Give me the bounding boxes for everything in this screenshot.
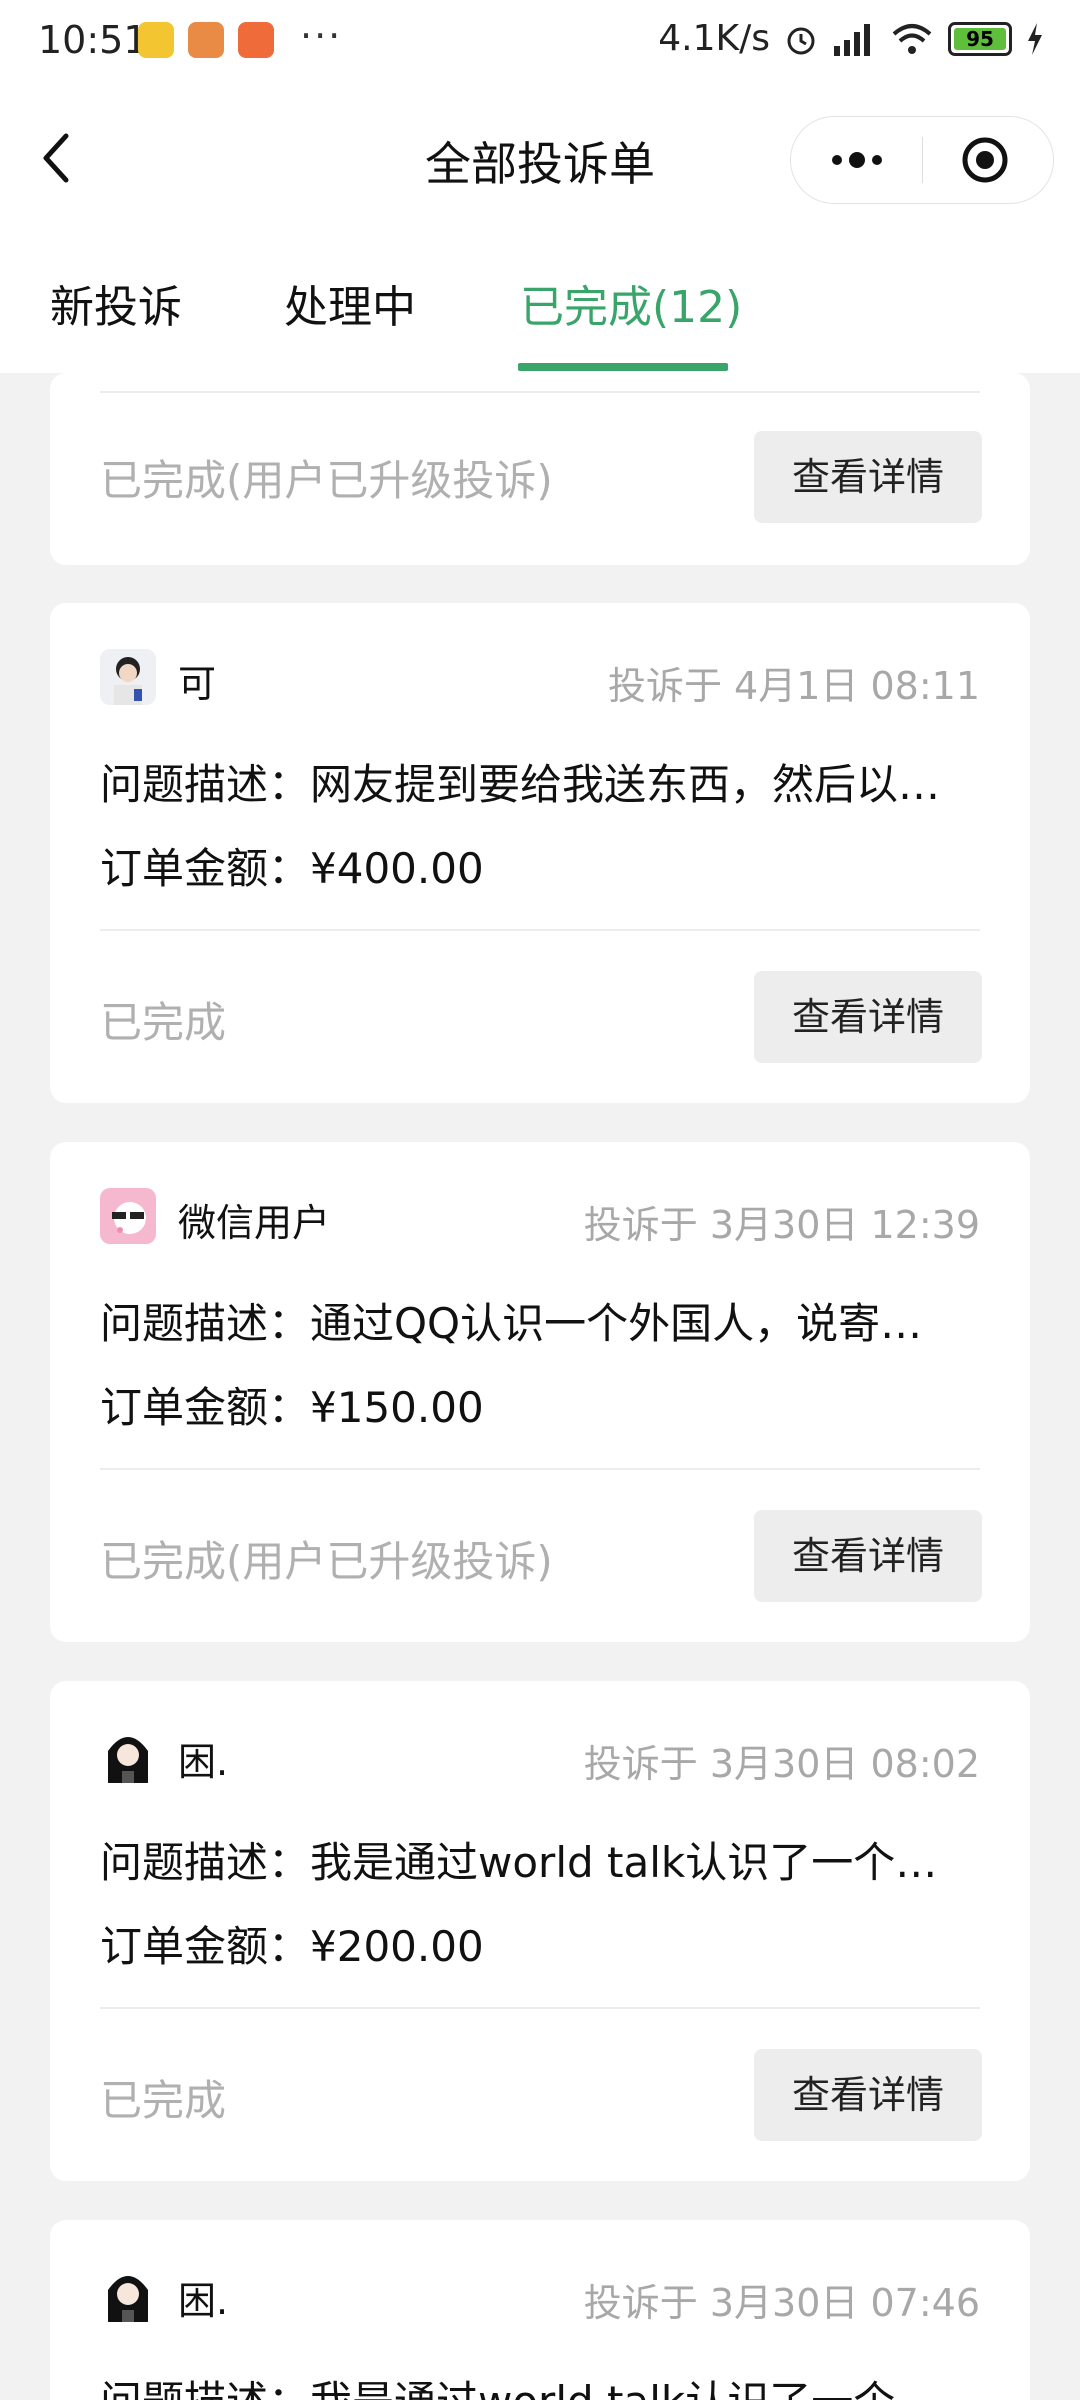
complaint-status: 已完成 [100,998,227,1047]
avatar [100,649,156,705]
status-right: 4.1K/s 95 [658,18,1044,59]
avatar [100,1188,156,1244]
complaint-time: 投诉于 3月30日 08:02 [583,1742,980,1786]
card-divider [100,1468,980,1470]
tab-new-complaints[interactable]: 新投诉 [50,271,182,335]
user-name: 微信用户 [178,1201,331,1245]
complaint-card: 已完成(用户已升级投诉) 查看详情 [50,373,1030,565]
view-details-button[interactable]: 查看详情 [754,971,982,1063]
view-details-button[interactable]: 查看详情 [754,431,982,523]
notification-icons [138,22,274,58]
view-details-button[interactable]: 查看详情 [754,1510,982,1602]
close-miniprogram-icon[interactable] [961,136,1009,184]
app-notification-icon [188,22,224,58]
active-tab-indicator [518,363,728,371]
status-time: 10:51 [38,18,148,62]
battery-icon: 95 [948,21,1012,56]
user-name: 困. [178,2279,229,2323]
miniprogram-capsule [790,116,1054,204]
charging-icon [1028,22,1042,55]
complaint-description: 问题描述：我是通过world talk认识了一个… [100,1838,938,1887]
wifi-icon [892,23,932,54]
navigation-bar: 全部投诉单 [0,90,1080,225]
avatar [100,2266,156,2322]
complaint-card: 可 投诉于 4月1日 08:11 问题描述：网友提到要给我送东西，然后以… 订单… [50,603,1030,1103]
order-amount: 订单金额：¥200.00 [100,1922,484,1971]
card-divider [100,391,980,393]
network-speed: 4.1K/s [658,18,770,59]
view-details-button[interactable]: 查看详情 [754,2049,982,2141]
capsule-divider [922,137,923,183]
card-divider [100,929,980,931]
complaint-time: 投诉于 4月1日 08:11 [607,664,980,708]
more-notifications-icon: ··· [300,14,343,58]
complaint-description: 问题描述：我是通过world talk认识了一个… [100,2368,980,2400]
user-name: 困. [178,1740,229,1784]
more-icon[interactable] [829,145,885,175]
alarm-icon [787,27,815,54]
complaint-description: 问题描述：网友提到要给我送东西，然后以… [100,760,941,809]
complaint-time: 投诉于 3月30日 12:39 [583,1203,980,1247]
complaint-status: 已完成 [100,2076,227,2125]
signal-icon [834,23,870,56]
battery-level: 95 [966,26,994,51]
user-name: 可 [178,662,217,706]
status-bar: 10:51 ··· 4.1K/s 95 [0,0,1080,90]
card-divider [100,2007,980,2009]
avatar [100,1727,156,1783]
tab-bar: 新投诉 处理中 已完成(12) [0,225,1080,373]
tab-processing[interactable]: 处理中 [284,271,416,335]
complaint-time: 投诉于 3月30日 07:46 [583,2281,980,2325]
complaint-status: 已完成(用户已升级投诉) [100,456,553,505]
app-notification-icon [238,22,274,58]
complaint-description: 问题描述：通过QQ认识一个外国人，说寄… [100,1299,923,1348]
complaint-card: 困. 投诉于 3月30日 07:46 问题描述：我是通过world talk认识… [50,2220,1030,2400]
complaint-card: 微信用户 投诉于 3月30日 12:39 问题描述：通过QQ认识一个外国人，说寄… [50,1142,1030,1642]
complaint-status: 已完成(用户已升级投诉) [100,1537,553,1586]
tab-completed[interactable]: 已完成(12) [520,271,742,335]
order-amount: 订单金额：¥400.00 [100,844,484,893]
complaint-card: 困. 投诉于 3月30日 08:02 问题描述：我是通过world talk认识… [50,1681,1030,2181]
app-notification-icon [138,22,174,58]
order-amount: 订单金额：¥150.00 [100,1383,484,1432]
